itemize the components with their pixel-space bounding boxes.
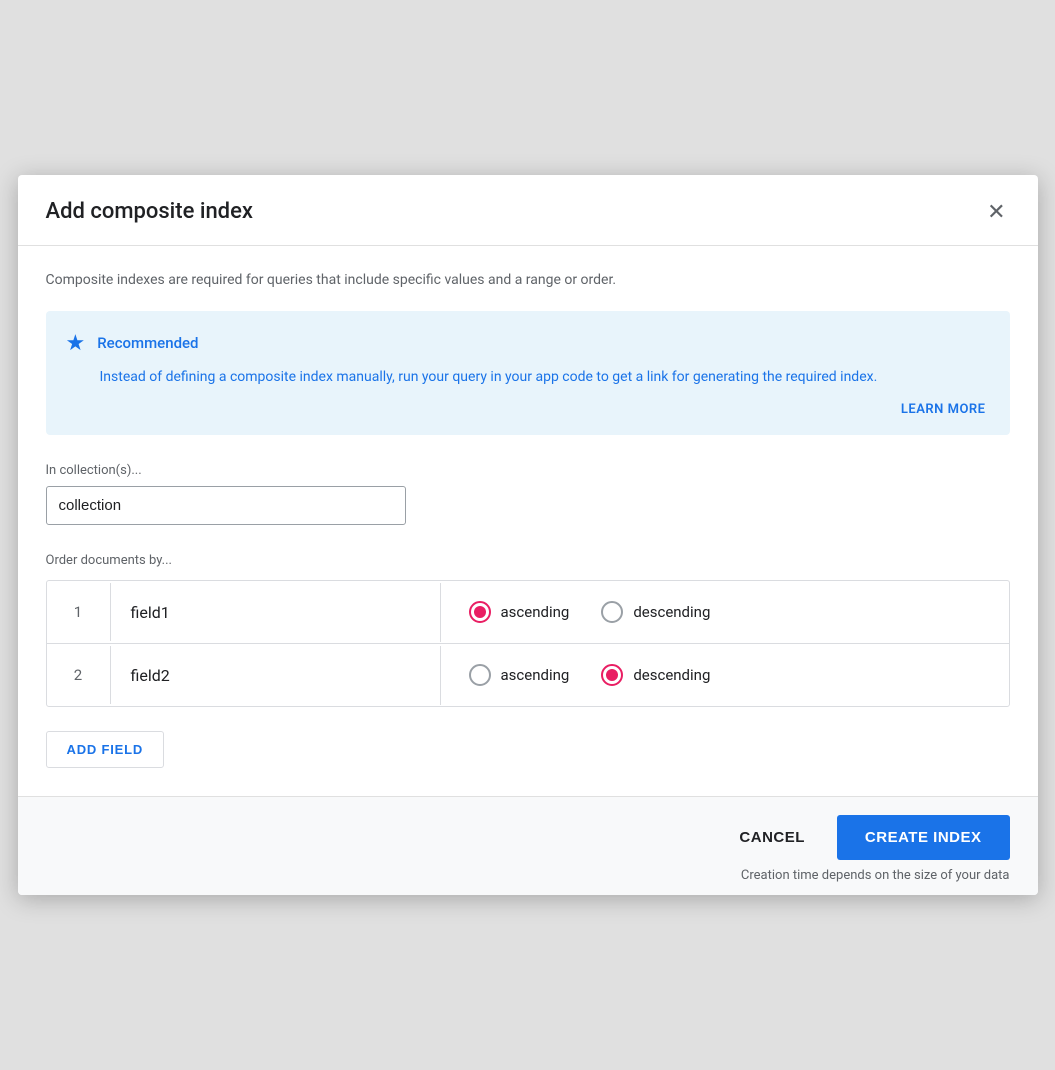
field-name-2: field2 xyxy=(111,646,441,705)
fields-table: 1 field1 ascending descending 2 field2 xyxy=(46,580,1010,707)
row-1-ascending-radio[interactable] xyxy=(469,601,491,623)
rec-header: ★ Recommended xyxy=(66,331,986,356)
recommendation-title: Recommended xyxy=(97,334,198,352)
dialog-header: Add composite index ✕ xyxy=(18,175,1038,246)
collection-input[interactable] xyxy=(46,486,406,525)
dialog-title: Add composite index xyxy=(46,199,253,224)
row-1-ascending-option[interactable]: ascending xyxy=(469,601,570,623)
order-label: Order documents by... xyxy=(46,553,1010,568)
row-1-descending-option[interactable]: descending xyxy=(601,601,710,623)
row-number-2: 2 xyxy=(47,646,111,704)
star-icon: ★ xyxy=(66,331,86,356)
footer-note: Creation time depends on the size of you… xyxy=(741,868,1010,883)
add-field-button[interactable]: ADD FIELD xyxy=(46,731,165,768)
table-row: 2 field2 ascending descending xyxy=(47,644,1009,706)
close-button[interactable]: ✕ xyxy=(983,197,1009,227)
row-2-descending-option[interactable]: descending xyxy=(601,664,710,686)
row-2-descending-radio[interactable] xyxy=(601,664,623,686)
table-row: 1 field1 ascending descending xyxy=(47,581,1009,644)
close-icon: ✕ xyxy=(987,201,1005,223)
row-1-ascending-label: ascending xyxy=(501,603,570,621)
row-2-ascending-option[interactable]: ascending xyxy=(469,664,570,686)
collection-label: In collection(s)... xyxy=(46,463,1010,478)
recommendation-box: ★ Recommended Instead of defining a comp… xyxy=(46,311,1010,435)
cancel-button[interactable]: CANCEL xyxy=(715,815,829,860)
learn-more-link[interactable]: LEARN MORE xyxy=(66,402,986,417)
row-2-options: ascending descending xyxy=(441,644,1009,706)
add-composite-index-dialog: Add composite index ✕ Composite indexes … xyxy=(18,175,1038,895)
recommendation-body: Instead of defining a composite index ma… xyxy=(100,366,986,388)
dialog-body: Composite indexes are required for queri… xyxy=(18,246,1038,796)
row-2-descending-label: descending xyxy=(633,666,710,684)
row-number-1: 1 xyxy=(47,583,111,641)
dialog-footer: CANCEL CREATE INDEX Creation time depend… xyxy=(18,796,1038,895)
intro-text: Composite indexes are required for queri… xyxy=(46,270,1010,291)
row-2-ascending-label: ascending xyxy=(501,666,570,684)
row-1-descending-label: descending xyxy=(633,603,710,621)
row-1-descending-radio[interactable] xyxy=(601,601,623,623)
create-index-button[interactable]: CREATE INDEX xyxy=(837,815,1010,860)
field-name-1: field1 xyxy=(111,583,441,642)
footer-actions: CANCEL CREATE INDEX xyxy=(715,815,1009,860)
row-2-ascending-radio[interactable] xyxy=(469,664,491,686)
row-1-options: ascending descending xyxy=(441,581,1009,643)
